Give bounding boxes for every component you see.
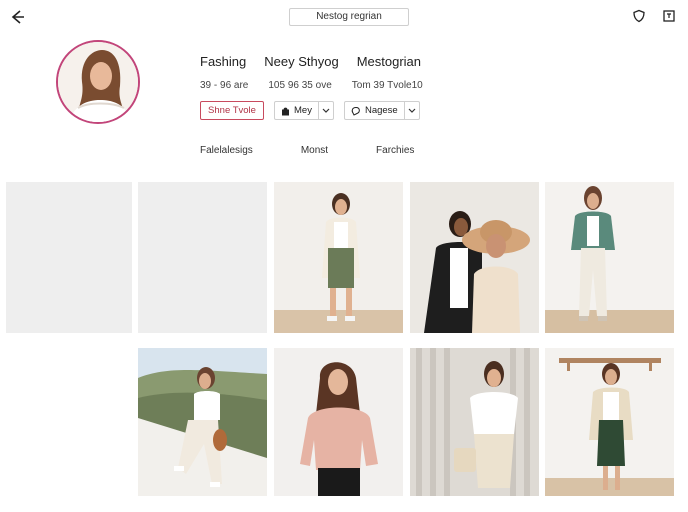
post-thumbnail[interactable] [274, 182, 403, 333]
stat-3: Mestogrian [356, 54, 421, 69]
tab-1[interactable]: Falelalesigs [200, 145, 253, 156]
post-thumbnail[interactable] [545, 348, 674, 496]
top-bar: Nestog regrian [0, 0, 688, 34]
avatar[interactable] [56, 40, 140, 124]
chevron-down-icon[interactable] [403, 102, 419, 119]
post-thumbnail[interactable] [410, 182, 539, 333]
profile-sub-stats: 39 - 96 are 105 96 35 ove Tom 39 Tvole10 [200, 80, 423, 91]
square-menu-icon[interactable] [662, 9, 676, 23]
mey-button[interactable]: Mey [275, 102, 318, 119]
chat-icon [351, 106, 360, 116]
profile-tabs: Falelalesigs Monst Farchies [200, 145, 462, 156]
tab-3[interactable]: Farchies [376, 145, 414, 156]
primary-button[interactable]: Shne Tvole [200, 101, 264, 120]
post-thumbnail[interactable] [138, 348, 267, 496]
nagese-button-group[interactable]: Nagese [343, 101, 420, 120]
nagese-button[interactable]: Nagese [345, 102, 404, 119]
shield-icon[interactable] [632, 9, 646, 23]
profile-stats: Fashing Neey Sthyog Mestogrian [200, 54, 421, 69]
post-placeholder[interactable] [138, 182, 267, 333]
bag-icon [282, 107, 289, 115]
sub-stat-3: Tom 39 Tvole10 [351, 80, 423, 91]
post-thumbnail[interactable] [545, 182, 674, 333]
mey-button-label: Mey [294, 105, 312, 116]
profile-actions: Shne Tvole Mey Nagese [200, 101, 420, 120]
back-arrow-icon[interactable] [8, 8, 26, 26]
mey-button-group[interactable]: Mey [274, 101, 334, 120]
nagese-button-label: Nagese [364, 105, 398, 116]
stat-1: Fashing [200, 54, 247, 69]
avatar-photo [58, 42, 138, 122]
stat-2: Neey Sthyog [264, 54, 339, 69]
page-title[interactable]: Nestog regrian [289, 8, 409, 26]
post-placeholder[interactable] [6, 182, 132, 333]
post-thumbnail[interactable] [274, 348, 403, 496]
chevron-down-icon[interactable] [317, 102, 333, 119]
post-thumbnail[interactable] [410, 348, 539, 496]
sub-stat-1: 39 - 96 are [200, 80, 249, 91]
sub-stat-2: 105 96 35 ove [268, 80, 332, 91]
tab-2[interactable]: Monst [301, 145, 328, 156]
